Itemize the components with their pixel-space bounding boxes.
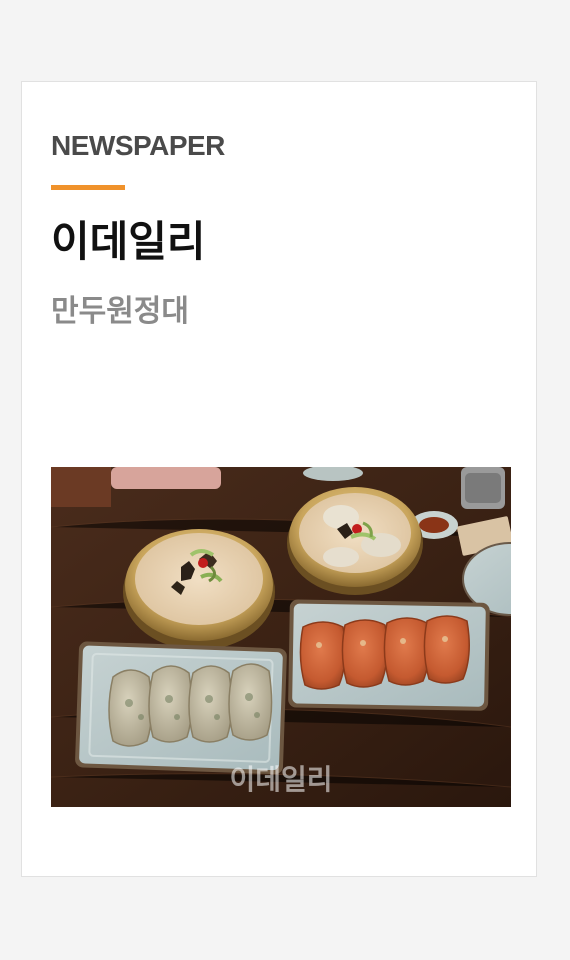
watermark-text: 이데일리 bbox=[229, 763, 332, 796]
article-subtitle: 만두원정대 bbox=[51, 294, 189, 329]
article-card[interactable]: NEWSPAPER 이데일리 만두원정대 이데일리 bbox=[21, 81, 537, 877]
accent-bar bbox=[51, 185, 125, 190]
category-label: NEWSPAPER bbox=[51, 130, 225, 161]
publisher-name: 이데일리 bbox=[51, 217, 206, 266]
food-photo[interactable]: 이데일리 bbox=[51, 467, 511, 807]
